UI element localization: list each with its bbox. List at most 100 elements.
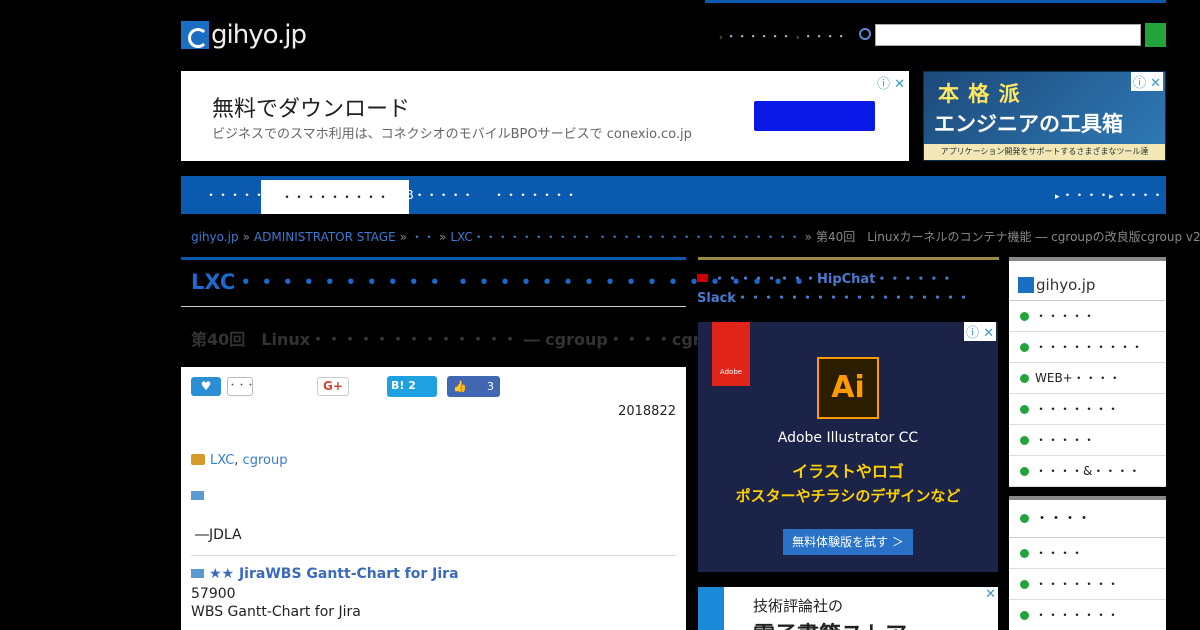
breadcrumb-link[interactable]: LXC・・・・・・・・・・ ・・・・・・・・・・・・・・・・・ — [450, 230, 800, 244]
top-link-label: ・・・・ — [802, 30, 847, 43]
bullet-icon — [1020, 312, 1029, 321]
bullet-icon — [1020, 580, 1029, 589]
sidebar-item-label: ・・・・ — [1035, 546, 1084, 560]
logo-icon — [1018, 277, 1034, 293]
bullet-icon — [1020, 514, 1029, 523]
ad-tagline-1: イラストやロゴ — [792, 462, 904, 481]
sidebar-item-label: ・・・・&・・・・ — [1035, 464, 1141, 478]
arrow-icon: ▸ — [1055, 192, 1060, 202]
sidebar-item[interactable]: ・・・・&・・・・ — [1009, 456, 1166, 487]
sidebar-item[interactable]: ・・・・・・・・・ — [1009, 332, 1166, 363]
ad-side-line2: エンジニアの工具箱 — [934, 112, 1123, 136]
facebook-like-count: 3 — [487, 380, 494, 393]
top-link-2[interactable]: › ・・・・ — [796, 28, 847, 44]
title-divider — [181, 306, 686, 307]
sidebar-item-label: ・・・・・・・ — [1035, 577, 1120, 591]
ad-product-name: Adobe Illustrator CC — [777, 430, 919, 446]
illustrator-icon: Ai — [817, 357, 879, 419]
sidebar-item[interactable]: ・・・・・・・ — [1009, 569, 1166, 600]
sidebar-section-title: ・・・・ — [1009, 500, 1166, 538]
search-icon — [859, 28, 871, 40]
top-accent-bar — [705, 0, 1166, 3]
sidebar-logo-text: gihyo.jp — [1036, 276, 1096, 294]
publish-date: 2018822 — [618, 404, 676, 419]
logo-icon — [181, 21, 209, 49]
promo-link[interactable]: ★★ JiraWBS Gantt-Chart for Jira — [191, 566, 459, 582]
search-input[interactable] — [875, 24, 1141, 46]
tag-icon — [191, 454, 205, 465]
breadcrumb: gihyo.jp» ADMINISTRATOR STAGE» ・・» LXC・・・・・… — [191, 228, 1200, 245]
breadcrumb-current: 第40回 Linuxカーネルのコンテナ機能 ― cgroupの改良版cgroup… — [815, 230, 1200, 244]
bullet-icon — [1020, 549, 1029, 558]
sidebar-section-title-text: ・・・・ — [1035, 511, 1091, 527]
breadcrumb-link[interactable]: gihyo.jp — [191, 230, 239, 244]
search-button[interactable] — [1145, 23, 1166, 47]
top-link-1[interactable]: › ・・・・・・ — [719, 28, 792, 44]
sidebar-item-label: ・・・・・・・ — [1035, 402, 1120, 416]
sidebar-item-label: ・・・・・・・ — [1035, 608, 1120, 622]
adchoices-icon[interactable]: ⓘ ✕ — [963, 322, 996, 341]
breadcrumb-separator: » — [439, 230, 447, 244]
ad-marker-icon — [191, 569, 204, 578]
close-icon[interactable]: ✕ — [985, 587, 996, 602]
promo-price: 57900 — [191, 586, 236, 602]
breadcrumb-separator: » — [804, 230, 812, 244]
sidebar-logo[interactable]: gihyo.jp — [1009, 261, 1166, 301]
main-top-rule — [181, 257, 686, 260]
news-headline[interactable]: ・・・・・・・・HipChat・・・・・・Slack・・・・・・・・・・・・・・… — [697, 270, 997, 308]
sidebar-item[interactable]: ・・・・ — [1009, 538, 1166, 569]
sidebar-item[interactable]: ・・・・・ — [1009, 301, 1166, 332]
ad-ebook-store[interactable]: 技術評論社の 電子書籍ストア ✕ — [698, 587, 998, 630]
nav-item-4[interactable]: ・・・・・・・ — [473, 176, 597, 214]
breadcrumb-link[interactable]: ADMINISTRATOR STAGE — [254, 230, 396, 244]
tag-link[interactable]: cgroup — [243, 453, 288, 468]
ad-book-line1: 技術評論社の — [753, 597, 844, 615]
flag-icon — [697, 274, 708, 282]
ad-cta-button[interactable] — [754, 101, 875, 131]
promo-name: WBS Gantt-Chart for Jira — [191, 604, 361, 620]
ad-banner-main[interactable]: 無料でダウンロード ビジネスでのスマホ利用は、コネクシオのモバイルBPOサービス… — [181, 71, 909, 161]
breadcrumb-link[interactable]: ・・ — [411, 230, 435, 244]
ad-banner-side[interactable]: 本 格 派 エンジニアの工具箱 アプリケーション開発をサポートするさまざまなツー… — [923, 71, 1166, 161]
ad-side-line1: 本 格 派 — [938, 82, 1021, 106]
news-headline-text: ・・・・・・・・HipChat・・・・・・Slack・・・・・・・・・・・・・・… — [697, 272, 970, 306]
breadcrumb-separator: » — [242, 230, 250, 244]
sidebar-item-label: ・・・・・・・・・ — [1035, 340, 1144, 354]
sidebar-item[interactable]: ・・・・・ — [1009, 425, 1166, 456]
sidebar-item[interactable]: ・・・・・・・ — [1009, 394, 1166, 425]
adchoices-icon[interactable]: ⓘ ✕ — [1130, 72, 1163, 91]
arrow-icon: ▸ — [1109, 192, 1114, 202]
bullet-icon — [1020, 436, 1029, 445]
sidebar-item[interactable]: ・・・・・・・ — [1009, 600, 1166, 630]
arrow-icon: › — [719, 33, 723, 43]
ad-trial-button[interactable]: 無料体験版を試す ＞ — [783, 529, 913, 555]
facebook-like-button[interactable]: 👍 3 — [447, 376, 500, 397]
logo-text: gihyo.jp — [211, 20, 307, 50]
sidebar-menu: gihyo.jp ・・・・・ ・・・・・・・・・ WEB+・・・・ ・・・・・・… — [1009, 261, 1166, 487]
ad-subtitle: ビジネスでのスマホ利用は、コネクシオのモバイルBPOサービスで conexio.… — [212, 127, 692, 142]
adchoices-icon[interactable]: ⓘ ✕ — [877, 73, 905, 92]
nav-item-right-2[interactable]: ▸ ・・・・ — [1103, 176, 1170, 214]
promo-link-label: ★★ JiraWBS Gantt-Chart for Jira — [209, 566, 459, 582]
sidebar-item-web[interactable]: WEB+・・・・ — [1009, 363, 1166, 394]
bullet-icon — [1020, 405, 1029, 414]
ad-illustrator[interactable]: Adobe Ai Adobe Illustrator CC イラストやロゴ ポス… — [698, 322, 998, 572]
article-body: ♥ ・・・ G+ B! 2 👍 3 2018822 LXC, cgroup ―JD… — [181, 367, 686, 630]
hatena-bookmark-button[interactable]: B! 2 — [387, 376, 437, 397]
body-text: ―JDLA — [195, 527, 242, 543]
ad-stripe — [698, 587, 724, 630]
google-plus-button[interactable]: G+ — [317, 377, 349, 396]
bullet-icon — [1020, 374, 1029, 383]
bullet-icon — [1020, 467, 1029, 476]
bullet-icon — [1020, 343, 1029, 352]
ad-side-line3: アプリケーション開発をサポートするさまざまなツール達 — [924, 144, 1165, 160]
sidebar-item-label: ・・・・・ — [1035, 433, 1096, 447]
tag-link[interactable]: LXC — [210, 453, 234, 468]
top-link-label: ・・・・・・ — [725, 30, 792, 43]
twitter-share-button[interactable]: ♥ — [191, 377, 221, 396]
ad-tagline-2: ポスターやチラシのデザインなど — [735, 487, 961, 505]
site-logo[interactable]: gihyo.jp — [181, 20, 307, 50]
adobe-logo: Adobe — [712, 322, 750, 386]
arrow-icon: › — [796, 33, 800, 43]
ad-marker-icon — [191, 491, 204, 500]
